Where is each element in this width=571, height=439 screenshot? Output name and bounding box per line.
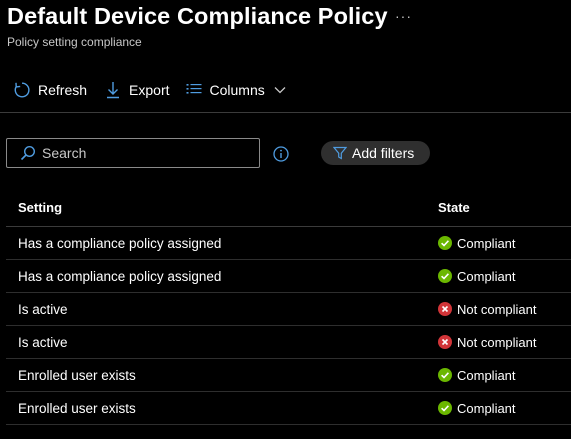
state-cell: Compliant bbox=[426, 236, 571, 251]
grid-header: Setting State bbox=[6, 188, 571, 227]
page-title: Default Device Compliance Policy bbox=[7, 3, 388, 29]
refresh-icon bbox=[12, 80, 32, 100]
error-circle-icon bbox=[438, 302, 457, 316]
setting-cell: Has a compliance policy assigned bbox=[18, 268, 222, 284]
columns-icon bbox=[184, 80, 204, 100]
table-row[interactable]: Is active Not compliant bbox=[6, 326, 571, 359]
columns-button[interactable]: Columns bbox=[184, 80, 286, 100]
filter-icon bbox=[333, 146, 347, 160]
add-filters-button[interactable]: Add filters bbox=[321, 141, 430, 165]
columns-label: Columns bbox=[209, 82, 265, 98]
page-header: Default Device Compliance Policy bbox=[7, 3, 388, 30]
state-cell: Not compliant bbox=[426, 335, 571, 350]
settings-grid: Setting State Has a compliance policy as… bbox=[6, 188, 571, 425]
table-row[interactable]: Is active Not compliant bbox=[6, 293, 571, 326]
refresh-button[interactable]: Refresh bbox=[12, 80, 87, 100]
state-label: Compliant bbox=[457, 235, 516, 251]
state-cell: Compliant bbox=[426, 401, 571, 416]
state-label: Compliant bbox=[457, 400, 516, 416]
export-label: Export bbox=[129, 82, 170, 98]
download-icon bbox=[103, 80, 123, 100]
state-cell: Compliant bbox=[426, 269, 571, 284]
setting-cell: Enrolled user exists bbox=[18, 400, 136, 416]
search-icon bbox=[20, 145, 36, 161]
column-header-setting[interactable]: Setting bbox=[6, 200, 426, 215]
table-row[interactable]: Has a compliance policy assigned Complian… bbox=[6, 227, 571, 260]
state-label: Compliant bbox=[457, 367, 516, 383]
info-icon[interactable] bbox=[273, 146, 289, 162]
table-row[interactable]: Enrolled user exists Compliant bbox=[6, 392, 571, 425]
export-button[interactable]: Export bbox=[103, 80, 170, 100]
setting-cell: Is active bbox=[18, 334, 68, 350]
check-circle-icon bbox=[438, 368, 457, 382]
state-cell: Compliant bbox=[426, 368, 571, 383]
table-row[interactable]: Has a compliance policy assigned Complian… bbox=[6, 260, 571, 293]
more-options-button[interactable]: ··· bbox=[395, 8, 412, 24]
column-header-state[interactable]: State bbox=[426, 200, 571, 215]
check-circle-icon bbox=[438, 236, 457, 250]
error-circle-icon bbox=[438, 335, 457, 349]
command-bar: Refresh Export Columns bbox=[12, 80, 286, 100]
setting-cell: Has a compliance policy assigned bbox=[18, 235, 222, 251]
state-cell: Not compliant bbox=[426, 302, 571, 317]
check-circle-icon bbox=[438, 401, 457, 415]
refresh-label: Refresh bbox=[38, 82, 88, 98]
state-label: Not compliant bbox=[457, 301, 537, 317]
state-label: Compliant bbox=[457, 268, 516, 284]
check-circle-icon bbox=[438, 269, 457, 283]
setting-cell: Is active bbox=[18, 301, 68, 317]
page-subtitle: Policy setting compliance bbox=[7, 35, 142, 49]
add-filters-label: Add filters bbox=[352, 145, 415, 161]
chevron-down-icon bbox=[274, 86, 286, 94]
state-label: Not compliant bbox=[457, 334, 537, 350]
table-row[interactable]: Enrolled user exists Compliant bbox=[6, 359, 571, 392]
search-input[interactable] bbox=[42, 145, 242, 161]
search-box[interactable] bbox=[6, 138, 260, 168]
header-divider bbox=[0, 112, 571, 113]
setting-cell: Enrolled user exists bbox=[18, 367, 136, 383]
